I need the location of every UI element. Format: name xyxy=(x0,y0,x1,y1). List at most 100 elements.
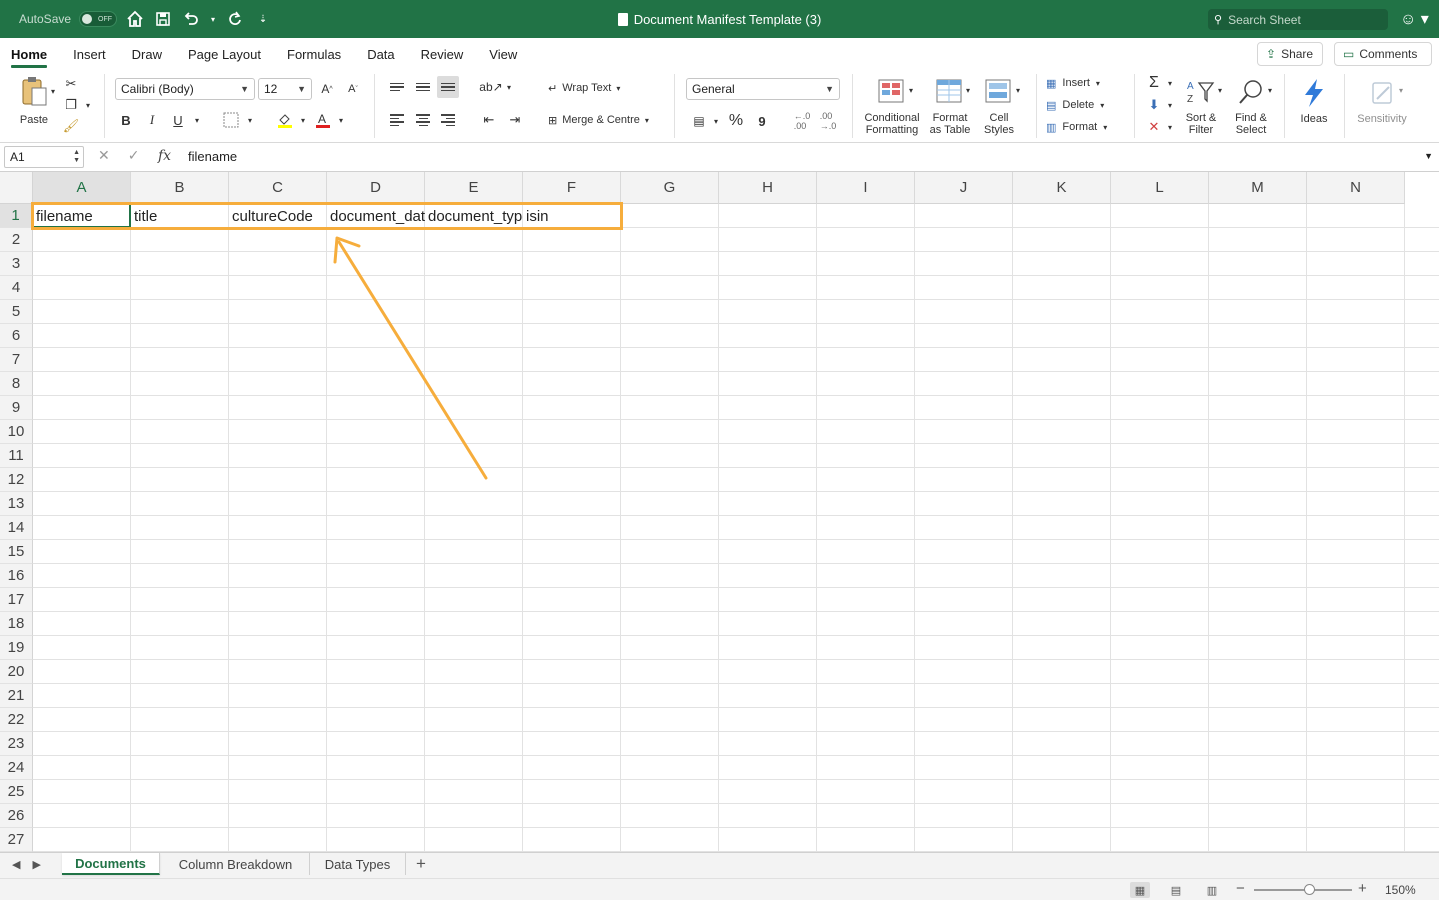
column-header-B[interactable]: B xyxy=(131,172,229,204)
home-icon[interactable] xyxy=(125,9,145,29)
chevron-down-icon[interactable]: ▾ xyxy=(1390,79,1412,101)
zoom-in-button[interactable]: + xyxy=(1358,880,1367,897)
cell-A1[interactable]: filename xyxy=(33,204,131,228)
customize-toolbar-icon[interactable]: ⇣ xyxy=(253,9,273,29)
ideas-button[interactable]: Ideas xyxy=(1292,74,1336,128)
normal-view-icon[interactable]: ▦ xyxy=(1130,882,1150,898)
column-header-D[interactable]: D xyxy=(327,172,425,204)
cell-F1[interactable]: isin xyxy=(523,204,621,228)
row-header-19[interactable]: 19 xyxy=(0,636,33,660)
underline-dropdown-icon[interactable]: ▾ xyxy=(186,109,208,131)
row-header-6[interactable]: 6 xyxy=(0,324,33,348)
next-sheet-icon[interactable]: ▶ xyxy=(32,858,40,871)
chevron-down-icon[interactable]: ▾ xyxy=(1259,79,1281,101)
feedback-smiley-icon[interactable]: ☺ ▾ xyxy=(1400,9,1429,29)
accounting-dropdown-icon[interactable]: ▾ xyxy=(705,110,727,132)
copy-dropdown-icon[interactable]: ▾ xyxy=(77,94,99,116)
format-cells-button[interactable]: ▥ Format ▾ xyxy=(1046,118,1107,136)
decrease-font-icon[interactable]: Aˇ xyxy=(342,78,364,100)
column-header-H[interactable]: H xyxy=(719,172,817,204)
increase-indent-icon[interactable]: ⇥ xyxy=(504,109,526,131)
insert-cells-button[interactable]: ▦ Insert ▾ xyxy=(1046,74,1100,92)
column-header-C[interactable]: C xyxy=(229,172,327,204)
row-header-1[interactable]: 1 xyxy=(0,204,33,228)
cell-C1[interactable]: cultureCode xyxy=(229,204,327,228)
italic-button[interactable]: I xyxy=(141,109,163,131)
column-header-K[interactable]: K xyxy=(1013,172,1111,204)
tab-data[interactable]: Data xyxy=(367,38,394,70)
row-header-4[interactable]: 4 xyxy=(0,276,33,300)
autosave-toggle[interactable]: OFF xyxy=(79,11,118,27)
tab-insert[interactable]: Insert xyxy=(73,38,106,70)
cancel-entry-icon[interactable]: ✕ xyxy=(98,147,110,164)
row-header-2[interactable]: 2 xyxy=(0,228,33,252)
increase-decimal-icon[interactable]: ←.0.00 xyxy=(791,110,813,132)
delete-cells-button[interactable]: ▤ Delete ▾ xyxy=(1046,96,1104,114)
font-size-select[interactable]: 12 ▼ xyxy=(258,78,312,100)
align-top-icon[interactable] xyxy=(386,76,408,98)
row-header-18[interactable]: 18 xyxy=(0,612,33,636)
page-break-view-icon[interactable]: ▥ xyxy=(1202,882,1222,898)
chevron-down-icon[interactable]: ▾ xyxy=(1007,79,1029,101)
align-right-icon[interactable] xyxy=(437,109,459,131)
select-all-corner[interactable] xyxy=(0,172,33,204)
row-header-9[interactable]: 9 xyxy=(0,396,33,420)
cell-B1[interactable]: title xyxy=(131,204,229,228)
zoom-slider-track[interactable] xyxy=(1254,889,1352,891)
column-header-A[interactable]: A xyxy=(33,172,131,204)
column-header-N[interactable]: N xyxy=(1307,172,1405,204)
page-layout-view-icon[interactable]: ▤ xyxy=(1166,882,1186,898)
borders-dropdown-icon[interactable]: ▾ xyxy=(239,109,261,131)
share-button[interactable]: ⇪ Share xyxy=(1257,42,1323,66)
decrease-decimal-icon[interactable]: .00 →.0 xyxy=(817,110,839,132)
align-left-icon[interactable] xyxy=(386,109,408,131)
name-box-stepper-icon[interactable]: ▲ ▼ xyxy=(73,149,80,165)
bold-button[interactable]: B xyxy=(115,109,137,131)
increase-font-icon[interactable]: A ^ xyxy=(316,78,338,100)
undo-icon[interactable] xyxy=(181,9,201,29)
confirm-entry-icon[interactable]: ✓ xyxy=(128,147,140,164)
row-header-10[interactable]: 10 xyxy=(0,420,33,444)
search-input[interactable] xyxy=(1228,12,1369,27)
row-header-11[interactable]: 11 xyxy=(0,444,33,468)
row-header-16[interactable]: 16 xyxy=(0,564,33,588)
tab-formulas[interactable]: Formulas xyxy=(287,38,341,70)
row-header-3[interactable]: 3 xyxy=(0,252,33,276)
decrease-indent-icon[interactable]: ⇤ xyxy=(478,109,500,131)
search-sheet[interactable]: ⚲ xyxy=(1208,9,1388,30)
row-header-21[interactable]: 21 xyxy=(0,684,33,708)
align-center-icon[interactable] xyxy=(412,109,434,131)
row-header-24[interactable]: 24 xyxy=(0,756,33,780)
fill-color-dropdown-icon[interactable]: ▾ xyxy=(292,109,314,131)
cells-area[interactable]: filename title cultureCode document_date… xyxy=(31,202,1439,852)
comments-button[interactable]: ▭ Comments xyxy=(1334,42,1432,66)
number-format-select[interactable]: General ▼ xyxy=(686,78,840,100)
insert-function-button[interactable]: fx xyxy=(158,148,171,164)
prev-sheet-icon[interactable]: ◀ xyxy=(12,858,20,871)
column-header-J[interactable]: J xyxy=(915,172,1013,204)
expand-formula-bar-icon[interactable]: ▼ xyxy=(1424,151,1433,161)
sheet-tab-documents[interactable]: Documents xyxy=(62,853,160,875)
percent-style-button[interactable]: % xyxy=(725,110,747,132)
font-color-dropdown-icon[interactable]: ▾ xyxy=(330,109,352,131)
chevron-down-icon[interactable]: ▾ xyxy=(900,79,922,101)
row-header-22[interactable]: 22 xyxy=(0,708,33,732)
redo-icon[interactable] xyxy=(225,9,245,29)
sheet-tab-column-breakdown[interactable]: Column Breakdown xyxy=(162,853,310,875)
undo-dropdown-icon[interactable]: ▾ xyxy=(209,9,217,29)
font-name-select[interactable]: Calibri (Body) ▼ xyxy=(115,78,255,100)
row-header-17[interactable]: 17 xyxy=(0,588,33,612)
align-middle-icon[interactable] xyxy=(412,76,434,98)
tab-page-layout[interactable]: Page Layout xyxy=(188,38,261,70)
zoom-slider-handle[interactable] xyxy=(1304,884,1315,895)
column-header-E[interactable]: E xyxy=(425,172,523,204)
row-header-23[interactable]: 23 xyxy=(0,732,33,756)
row-header-5[interactable]: 5 xyxy=(0,300,33,324)
tab-draw[interactable]: Draw xyxy=(132,38,162,70)
align-bottom-icon[interactable] xyxy=(437,76,459,98)
add-sheet-button[interactable]: + xyxy=(416,854,426,874)
formula-input[interactable]: filename xyxy=(188,149,237,164)
tab-view[interactable]: View xyxy=(489,38,517,70)
row-header-12[interactable]: 12 xyxy=(0,468,33,492)
column-header-G[interactable]: G xyxy=(621,172,719,204)
